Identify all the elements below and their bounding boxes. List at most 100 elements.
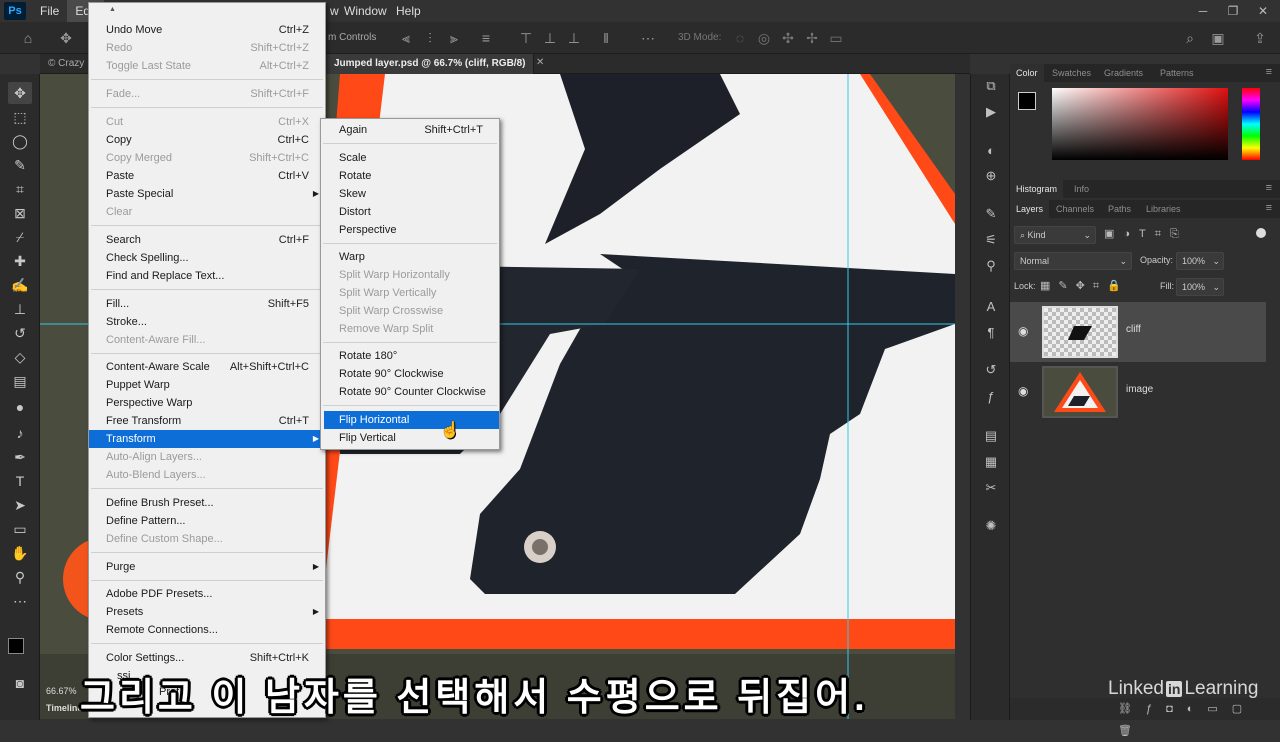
menu-item-content-aware-scale[interactable]: Content-Aware Scale Alt+Shift+Ctrl+C [89, 358, 325, 376]
home-icon[interactable]: ⌂ [20, 30, 36, 46]
history-panel-icon[interactable]: ⧉ [981, 76, 1001, 96]
stamp-tool-icon[interactable]: ⊥ [8, 298, 32, 320]
blend-mode-select[interactable]: Normal ⌄ [1014, 252, 1132, 270]
3d-slide-icon[interactable]: ✢ [804, 30, 820, 47]
menu-item-cut[interactable]: Cut Ctrl+X [89, 113, 325, 131]
tab-patterns[interactable]: Patterns [1154, 64, 1200, 82]
tab-histogram[interactable]: Histogram [1010, 180, 1064, 198]
tab-libraries[interactable]: Libraries [1140, 200, 1187, 218]
paragraph-panel-icon[interactable]: ¶ [981, 322, 1001, 342]
menu-item-presets[interactable]: Presets ▶ [89, 603, 325, 621]
submenu-item-warp[interactable]: Warp [321, 248, 499, 266]
menu-item-fade[interactable]: Fade... Shift+Ctrl+F [89, 85, 325, 103]
menu-item-define-brush[interactable]: Define Brush Preset... [89, 494, 325, 512]
submenu-item-split-warp-v[interactable]: Split Warp Vertically [321, 284, 499, 302]
menu-item-color-settings[interactable]: Color Settings... Shift+Ctrl+K [89, 649, 325, 667]
submenu-item-rotate[interactable]: Rotate [321, 167, 499, 185]
submenu-item-split-warp-crosswise[interactable]: Split Warp Crosswise [321, 302, 499, 320]
share-icon[interactable]: ⇪ [1252, 30, 1268, 47]
submenu-item-flip-vertical[interactable]: Flip Vertical [321, 429, 499, 447]
path-select-tool-icon[interactable]: ➤ [8, 494, 32, 516]
align-left-icon[interactable]: ⫷ [398, 30, 414, 47]
3d-pan-icon[interactable]: ✣ [780, 30, 796, 47]
menu-item-perspective-warp[interactable]: Perspective Warp [89, 394, 325, 412]
properties-panel-icon[interactable]: ▤ [981, 426, 1001, 446]
submenu-item-again[interactable]: Again Shift+Ctrl+T [321, 121, 499, 139]
hand-tool-icon[interactable]: ✋ [8, 542, 32, 564]
brush-tool-icon[interactable]: ✍ [8, 274, 32, 296]
tab-channels[interactable]: Channels [1050, 200, 1100, 218]
glyphs-panel-icon[interactable]: ↺ [981, 360, 1001, 380]
align-center-icon[interactable]: ⫶ [422, 30, 438, 47]
distribute-v-icon[interactable]: ‖ [598, 30, 614, 46]
quick-select-tool-icon[interactable]: ✎ [8, 154, 32, 176]
marquee-tool-icon[interactable]: ⬚ [8, 106, 32, 128]
history-brush-tool-icon[interactable]: ↺ [8, 322, 32, 344]
submenu-item-distort[interactable]: Distort [321, 203, 499, 221]
filter-toggle[interactable] [1256, 228, 1266, 238]
menu-item-remote-connections[interactable]: Remote Connections... [89, 621, 325, 639]
submenu-item-flip-horizontal[interactable]: Flip Horizontal [324, 411, 499, 429]
align-middle-icon[interactable]: ⊥ [542, 30, 558, 47]
menu-item-copy[interactable]: Copy Ctrl+C [89, 131, 325, 149]
zoom-tool-icon[interactable]: ⚲ [8, 566, 32, 588]
panel-menu-icon[interactable]: ≡ [1266, 66, 1272, 78]
menu-item-toggle-last-state[interactable]: Toggle Last State Alt+Ctrl+Z [89, 57, 325, 75]
fill-input[interactable]: 100% ⌄ [1176, 278, 1224, 296]
layer-row-cliff[interactable]: ◉ cliff [1010, 302, 1266, 362]
eyedropper-tool-icon[interactable]: ⌿ [8, 226, 32, 248]
search-icon[interactable]: ⌕ [1182, 30, 1198, 47]
tab-gradients[interactable]: Gradients [1098, 64, 1149, 82]
clone-source-icon[interactable]: ⚲ [981, 256, 1001, 276]
menu-item-check-spelling[interactable]: Check Spelling... [89, 249, 325, 267]
notes-panel-icon[interactable]: ▦ [981, 452, 1001, 472]
panel-menu-icon[interactable]: ≡ [1266, 182, 1272, 194]
crop-tool-icon[interactable]: ⌗ [8, 178, 32, 200]
move-tool-icon[interactable]: ✥ [58, 30, 74, 47]
eraser-tool-icon[interactable]: ◇ [8, 346, 32, 368]
adjustments-panel-icon[interactable]: ◐ [981, 140, 1001, 160]
workspace-icon[interactable]: ▣ [1210, 30, 1226, 47]
move-tool-icon[interactable]: ✥ [8, 82, 32, 104]
menu-item-undo[interactable]: Undo Move Ctrl+Z [89, 21, 325, 39]
more-options-icon[interactable]: ⋯ [640, 30, 656, 47]
menu-item-fill[interactable]: Fill... Shift+F5 [89, 295, 325, 313]
menu-item-free-transform[interactable]: Free Transform Ctrl+T [89, 412, 325, 430]
menu-item-transform[interactable]: Transform ▶ [89, 430, 325, 448]
foreground-color-swatch[interactable] [8, 638, 24, 654]
hue-slider[interactable] [1242, 88, 1260, 160]
menu-item-paste[interactable]: Paste Ctrl+V [89, 167, 325, 185]
eye-icon[interactable]: ◉ [1018, 324, 1028, 338]
layer-name[interactable]: image [1126, 384, 1153, 395]
brush-settings-icon[interactable]: ⚟ [981, 230, 1001, 250]
frame-tool-icon[interactable]: ⊠ [8, 202, 32, 224]
menu-item-copy-merged[interactable]: Copy Merged Shift+Ctrl+C [89, 149, 325, 167]
close-icon[interactable]: ✕ [1248, 0, 1278, 22]
layer-kind-filter[interactable]: ⌕ Kind ⌄ [1014, 226, 1096, 244]
menu-item-puppet-warp[interactable]: Puppet Warp [89, 376, 325, 394]
distribute-icon[interactable]: ≡ [478, 30, 494, 46]
actions-panel-icon[interactable]: ▶ [981, 102, 1001, 122]
tab-color[interactable]: Color [1010, 64, 1044, 82]
menu-item-search[interactable]: Search Ctrl+F [89, 231, 325, 249]
align-top-icon[interactable]: ⊤ [518, 30, 534, 47]
submenu-item-scale[interactable]: Scale [321, 149, 499, 167]
menu-item-auto-blend[interactable]: Auto-Blend Layers... [89, 466, 325, 484]
dodge-tool-icon[interactable]: ♪ [8, 422, 32, 444]
menu-item-find-replace[interactable]: Find and Replace Text... [89, 267, 325, 285]
submenu-item-remove-warp-split[interactable]: Remove Warp Split [321, 320, 499, 338]
tab-paths[interactable]: Paths [1102, 200, 1137, 218]
menu-item-purge[interactable]: Purge ▶ [89, 558, 325, 576]
tab-info[interactable]: Info [1068, 180, 1095, 198]
submenu-item-rotate-90-ccw[interactable]: Rotate 90° Counter Clockwise [321, 383, 499, 401]
foreground-color-swatch[interactable] [1018, 92, 1036, 110]
menu-item-paste-special[interactable]: Paste Special ▶ [89, 185, 325, 203]
filter-icons[interactable]: ▣◑T⌗⎘ [1104, 227, 1188, 241]
rectangle-tool-icon[interactable]: ▭ [8, 518, 32, 540]
layers-footer-icons[interactable]: ⛓ƒ◘◐▭▢🗑 [1010, 698, 1280, 737]
tab-swatches[interactable]: Swatches [1046, 64, 1097, 82]
menu-help[interactable]: Help [388, 0, 429, 22]
brushes-panel-icon[interactable]: ✎ [981, 204, 1001, 224]
doc-tab-jumped-layer[interactable]: Jumped layer.psd @ 66.7% (cliff, RGB/8) [326, 54, 535, 74]
styles-panel-icon[interactable]: ⊕ [981, 166, 1001, 186]
